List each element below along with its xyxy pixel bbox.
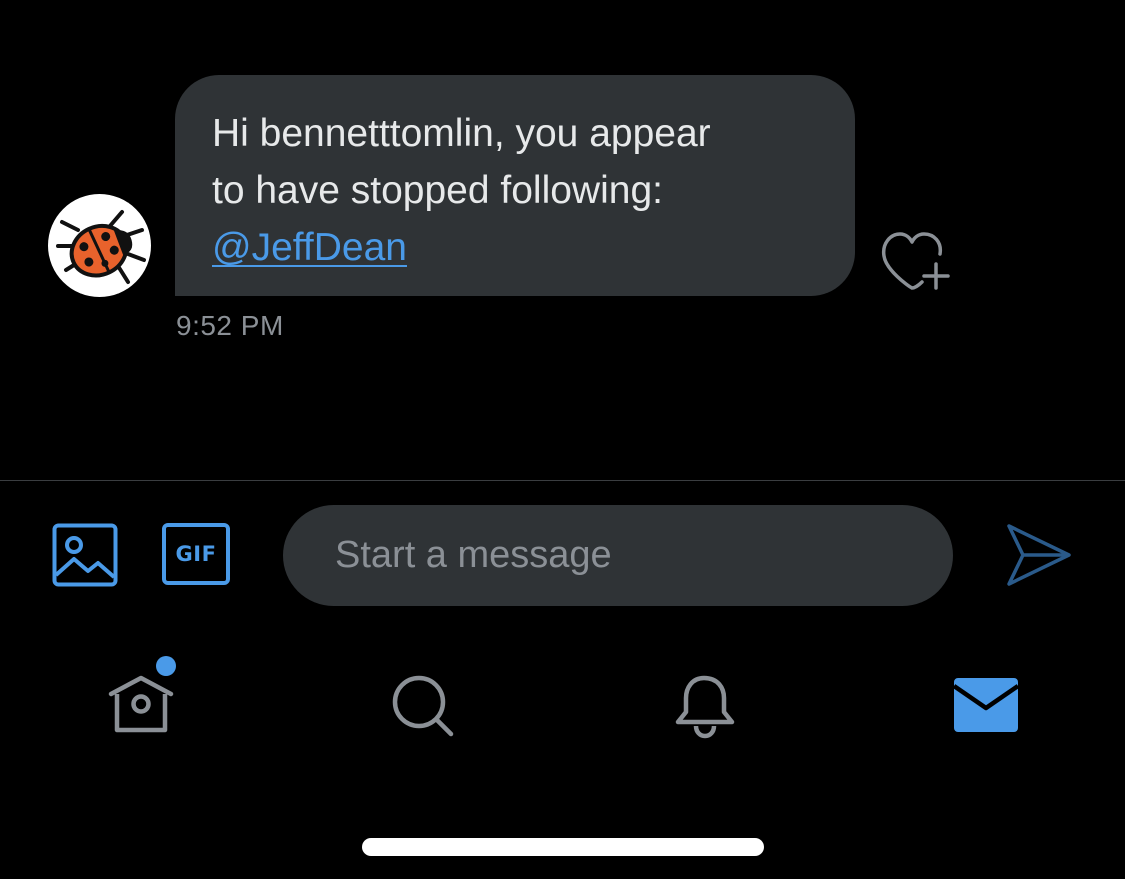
home-icon [108,675,174,733]
tab-search[interactable] [377,660,467,750]
message-line-2: to have stopped following: [212,169,663,212]
gif-button[interactable]: GIF [162,523,230,585]
ladybug-icon [56,210,146,284]
message-timestamp: 9:52 PM [176,310,284,341]
image-icon [52,523,118,587]
heart-plus-icon [881,232,950,290]
send-icon [1007,524,1071,586]
mail-icon [952,678,1020,732]
message-input[interactable] [283,505,953,606]
sender-avatar[interactable] [48,194,151,297]
search-icon [392,675,454,737]
message-bubble[interactable]: Hi bennetttomlin, you appear to have sto… [175,75,855,296]
home-indicator[interactable] [362,838,764,856]
send-button[interactable] [1005,522,1073,588]
message-line-1: Hi bennetttomlin, you appear [212,112,711,155]
add-media-button[interactable] [52,523,118,587]
tab-home[interactable] [97,660,187,750]
home-notification-dot [156,656,176,676]
composer-divider [0,480,1125,481]
mention-link[interactable]: @JeffDean [212,226,407,269]
tab-messages[interactable] [942,660,1032,750]
like-button[interactable] [880,230,952,294]
tab-notifications[interactable] [660,660,750,750]
bell-icon [675,675,735,739]
gif-label: GIF [175,542,217,566]
